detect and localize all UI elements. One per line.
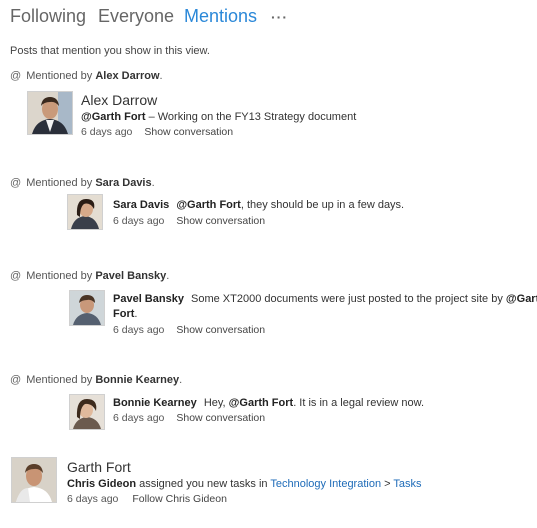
mentioned-by-label: Mentioned by [26, 270, 93, 282]
activity-meta: 6 days ago Follow Chris Gideon [67, 493, 227, 505]
avatar[interactable] [69, 290, 105, 326]
post-meta: 6 days ago Show conversation [81, 126, 233, 138]
mention-link[interactable]: @Garth [506, 293, 537, 305]
site-link[interactable]: Technology Integration [270, 478, 381, 490]
show-conversation-link[interactable]: Show conversation [144, 126, 233, 138]
activity-actor[interactable]: Chris Gideon [67, 478, 136, 490]
post-author[interactable]: Sara Davis [113, 199, 169, 211]
mention-link[interactable]: @Garth Fort [229, 397, 294, 409]
tab-following[interactable]: Following [10, 6, 86, 27]
mentioned-by-line: @ Mentioned by Pavel Bansky. [10, 270, 170, 282]
tasks-link[interactable]: Tasks [393, 478, 421, 490]
mention-link-continued[interactable]: Fort [113, 308, 134, 320]
avatar[interactable] [69, 394, 105, 430]
mentioner-name[interactable]: Pavel Bansky [95, 270, 166, 282]
mention-link[interactable]: @Garth Fort [176, 199, 241, 211]
mention-link[interactable]: @Garth Fort [81, 111, 146, 123]
tab-mentions[interactable]: Mentions [184, 6, 257, 27]
mentioner-name[interactable]: Sara Davis [95, 177, 151, 189]
activity-text: Chris Gideon assigned you new tasks in T… [67, 478, 422, 490]
post-text: Pavel Bansky Some XT2000 documents were … [113, 293, 537, 305]
tab-everyone[interactable]: Everyone [98, 6, 174, 27]
mentioned-by-label: Mentioned by [26, 70, 93, 82]
post-text: Bonnie Kearney Hey, @Garth Fort. It is i… [113, 397, 425, 409]
timestamp: 6 days ago [67, 493, 119, 505]
avatar[interactable] [11, 457, 57, 503]
post-author[interactable]: Alex Darrow [81, 92, 157, 108]
mentioner-name[interactable]: Alex Darrow [95, 70, 159, 82]
more-icon[interactable]: ··· [271, 9, 288, 25]
timestamp: 6 days ago [113, 324, 165, 336]
avatar[interactable] [67, 194, 103, 230]
timestamp: 6 days ago [113, 215, 165, 227]
mentioned-by-line: @ Mentioned by Alex Darrow. [10, 70, 163, 82]
post-meta: 6 days ago Show conversation [113, 324, 265, 336]
timestamp: 6 days ago [81, 126, 133, 138]
at-icon: @ [10, 270, 22, 282]
show-conversation-link[interactable]: Show conversation [176, 412, 265, 424]
post-meta: 6 days ago Show conversation [113, 215, 265, 227]
post-text: Sara Davis @Garth Fort, they should be u… [113, 199, 405, 211]
at-icon: @ [10, 374, 22, 386]
avatar[interactable] [27, 91, 73, 135]
activity-name[interactable]: Garth Fort [67, 459, 131, 475]
post-text: @Garth Fort – Working on the FY13 Strate… [81, 111, 357, 123]
timestamp: 6 days ago [113, 412, 165, 424]
mentioned-by-line: @ Mentioned by Sara Davis. [10, 177, 155, 189]
post-meta: 6 days ago Show conversation [113, 412, 265, 424]
follow-link[interactable]: Follow Chris Gideon [132, 493, 227, 505]
post-author[interactable]: Pavel Bansky [113, 293, 184, 305]
post-author[interactable]: Bonnie Kearney [113, 397, 197, 409]
at-icon: @ [10, 177, 22, 189]
show-conversation-link[interactable]: Show conversation [176, 324, 265, 336]
show-conversation-link[interactable]: Show conversation [176, 215, 265, 227]
at-icon: @ [10, 70, 22, 82]
mentioner-name[interactable]: Bonnie Kearney [95, 374, 179, 386]
mentioned-by-line: @ Mentioned by Bonnie Kearney. [10, 374, 183, 386]
mentioned-by-label: Mentioned by [26, 177, 93, 189]
post-text-continued: Fort. [113, 308, 138, 320]
intro-text: Posts that mention you show in this view… [10, 45, 210, 57]
mentioned-by-label: Mentioned by [26, 374, 93, 386]
